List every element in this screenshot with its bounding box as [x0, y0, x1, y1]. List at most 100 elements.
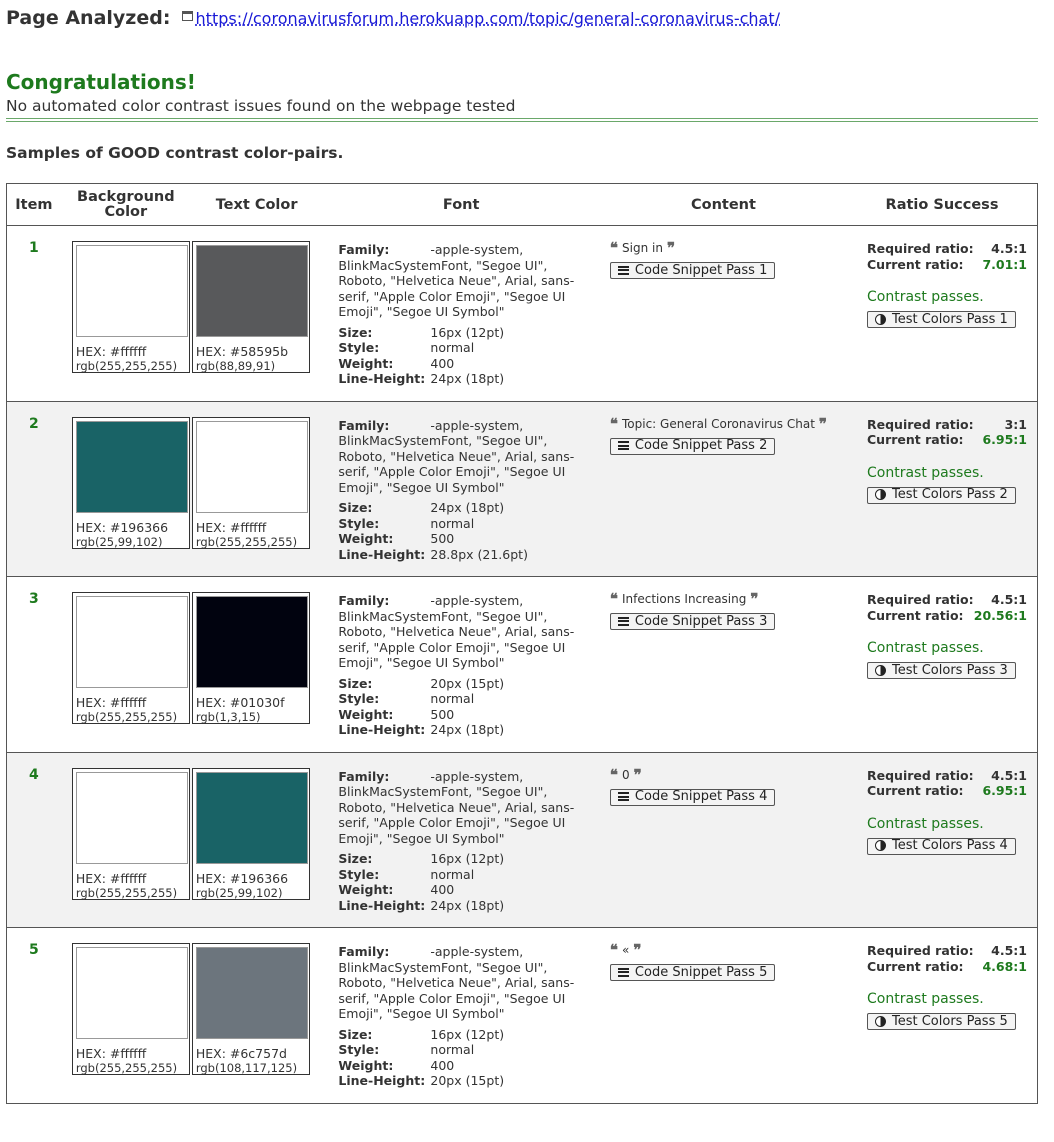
test-colors-button[interactable]: Test Colors Pass 1	[867, 311, 1016, 328]
open-quote-icon: ❝	[609, 590, 618, 608]
background-rgb: rgb(25,99,102)	[75, 534, 163, 549]
font-family: Family: -apple-system, BlinkMacSystemFont…	[338, 242, 594, 320]
code-snippet-button[interactable]: Code Snippet Pass 2	[609, 437, 776, 455]
item-number: 2	[6, 401, 61, 577]
code-snippet-button[interactable]: Code Snippet Pass 4	[609, 788, 776, 806]
font-line-height: Line-Height: 24px (18pt)	[338, 898, 594, 914]
background-swatch	[75, 245, 188, 337]
font-style-label: Style:	[338, 866, 380, 882]
column-header-text-color: Text Color	[190, 183, 323, 226]
test-colors-button[interactable]: Test Colors Pass 3	[867, 662, 1016, 679]
text-color-rgb: rgb(88,89,91)	[195, 359, 276, 373]
font-line-height: Line-Height: 24px (18pt)	[338, 722, 594, 738]
font-style-label: Style:	[338, 340, 380, 355]
text-color-cell: HEX: #01030f rgb(1,3,15)	[190, 576, 323, 753]
code-snippet-button-label: Code Snippet Pass 2	[634, 438, 768, 453]
background-rgb: rgb(255,255,255)	[75, 885, 178, 900]
table-row: 1 HEX: #ffffff rgb(255,255,255) HEX: #58…	[6, 225, 1038, 402]
current-ratio-value: 4.68:1	[982, 958, 1027, 974]
contrast-icon	[875, 664, 886, 676]
background-swatch	[75, 596, 188, 688]
text-color-swatch	[195, 245, 308, 337]
table-row: 5 HEX: #ffffff rgb(255,255,255) HEX: #6c…	[6, 927, 1038, 1104]
font-line-height-value: 24px (18pt)	[430, 897, 505, 913]
ratio-cell: Required ratio: 4.5:1 Current ratio: 6.9…	[847, 752, 1038, 928]
text-lines-icon	[617, 792, 629, 801]
font-family: Family: -apple-system, BlinkMacSystemFont…	[338, 944, 594, 1022]
background-swatch	[75, 771, 188, 864]
font-family-label: Family:	[338, 768, 390, 784]
page-analyzed-label: Page Analyzed:	[6, 7, 171, 29]
contrast-icon	[875, 489, 886, 500]
test-colors-button[interactable]: Test Colors Pass 4	[867, 837, 1016, 855]
current-ratio-value: 20.56:1	[973, 607, 1027, 623]
required-ratio-row: Required ratio: 4.5:1	[867, 241, 1027, 257]
content-text: Infections Increasing	[622, 592, 747, 606]
text-color-hex: HEX: #196366	[195, 870, 289, 886]
contrast-passes-text: Contrast passes.	[867, 640, 984, 656]
text-lines-icon	[617, 616, 629, 626]
font-family-label: Family:	[338, 242, 390, 257]
test-colors-button[interactable]: Test Colors Pass 5	[867, 1013, 1016, 1030]
ratio-cell: Required ratio: 3:1 Current ratio: 6.95:…	[847, 401, 1038, 577]
required-ratio-label: Required ratio:	[867, 241, 974, 256]
font-line-height: Line-Height: 28.8px (21.6pt)	[338, 547, 594, 563]
font-line-height-value: 20px (15pt)	[430, 1073, 505, 1088]
table-row: 2 HEX: #196366 rgb(25,99,102) HEX: #ffff…	[6, 401, 1038, 577]
content-quote: ❝ « ❞	[610, 943, 841, 958]
required-ratio-row: Required ratio: 3:1	[867, 417, 1027, 433]
current-ratio-value: 6.95:1	[982, 432, 1027, 447]
font-weight: Weight: 400	[338, 1058, 594, 1074]
font-cell: Family: -apple-system, BlinkMacSystemFont…	[322, 401, 600, 577]
samples-heading: Samples of GOOD contrast color-pairs.	[6, 144, 344, 162]
font-line-height-label: Line-Height:	[338, 1073, 426, 1088]
background-hex: HEX: #ffffff	[75, 695, 147, 710]
text-color-hex: HEX: #58595b	[195, 344, 289, 359]
font-weight-value: 500	[430, 531, 455, 546]
font-weight-label: Weight:	[338, 1057, 394, 1073]
text-color-cell: HEX: #58595b rgb(88,89,91)	[190, 225, 323, 402]
font-line-height-label: Line-Height:	[338, 546, 426, 562]
contrast-icon	[875, 1015, 886, 1027]
text-color-cell: HEX: #6c757d rgb(108,117,125)	[190, 927, 323, 1104]
no-issues-message: No automated color contrast issues found…	[6, 97, 516, 115]
close-quote-icon: ❞	[666, 239, 676, 257]
background-rgb: rgb(255,255,255)	[75, 710, 178, 724]
content-cell: ❝ 0 ❞ Code Snippet Pass 4	[599, 752, 847, 928]
content-text: «	[622, 943, 630, 957]
font-weight: Weight: 500	[338, 531, 594, 547]
background-rgb: rgb(255,255,255)	[75, 1061, 178, 1075]
contrast-passes-text: Contrast passes.	[867, 289, 984, 305]
font-size-label: Size:	[338, 851, 373, 866]
column-header-ratio: Ratio Success	[847, 183, 1038, 226]
current-ratio-label: Current ratio:	[867, 256, 964, 272]
font-cell: Family: -apple-system, BlinkMacSystemFont…	[322, 752, 600, 928]
background-swatch-box: HEX: #ffffff rgb(255,255,255)	[71, 592, 190, 724]
close-quote-icon: ❞	[633, 765, 642, 784]
code-snippet-button[interactable]: Code Snippet Pass 5	[609, 964, 776, 981]
ratio-cell: Required ratio: 4.5:1 Current ratio: 7.0…	[847, 225, 1038, 402]
background-swatch-box: HEX: #ffffff rgb(255,255,255)	[71, 943, 190, 1075]
open-quote-icon: ❝	[609, 414, 618, 433]
font-size: Size: 16px (12pt)	[338, 851, 594, 867]
code-snippet-button[interactable]: Code Snippet Pass 1	[609, 262, 776, 279]
column-header-item: Item	[6, 183, 61, 226]
test-colors-button-label: Test Colors Pass 4	[892, 838, 1008, 853]
text-lines-icon	[617, 265, 629, 275]
font-weight: Weight: 400	[338, 356, 594, 372]
required-ratio-row: Required ratio: 4.5:1	[867, 943, 1027, 959]
analyzed-url-link[interactable]: https://coronavirusforum.herokuapp.com/t…	[196, 9, 781, 28]
font-weight-label: Weight:	[338, 531, 394, 546]
contrast-passes-text: Contrast passes.	[867, 464, 984, 481]
required-ratio-value: 3:1	[1004, 416, 1027, 432]
background-color-cell: HEX: #ffffff rgb(255,255,255)	[60, 927, 191, 1104]
code-snippet-button[interactable]: Code Snippet Pass 3	[609, 613, 776, 630]
required-ratio-value: 4.5:1	[991, 592, 1027, 607]
font-style-label: Style:	[338, 691, 380, 706]
font-family: Family: -apple-system, BlinkMacSystemFont…	[338, 593, 594, 671]
close-quote-icon: ❞	[750, 590, 759, 608]
text-color-rgb: rgb(25,99,102)	[195, 885, 283, 900]
test-colors-button[interactable]: Test Colors Pass 2	[867, 486, 1016, 504]
font-style: Style: normal	[338, 867, 594, 883]
close-quote-icon: ❞	[818, 414, 827, 433]
